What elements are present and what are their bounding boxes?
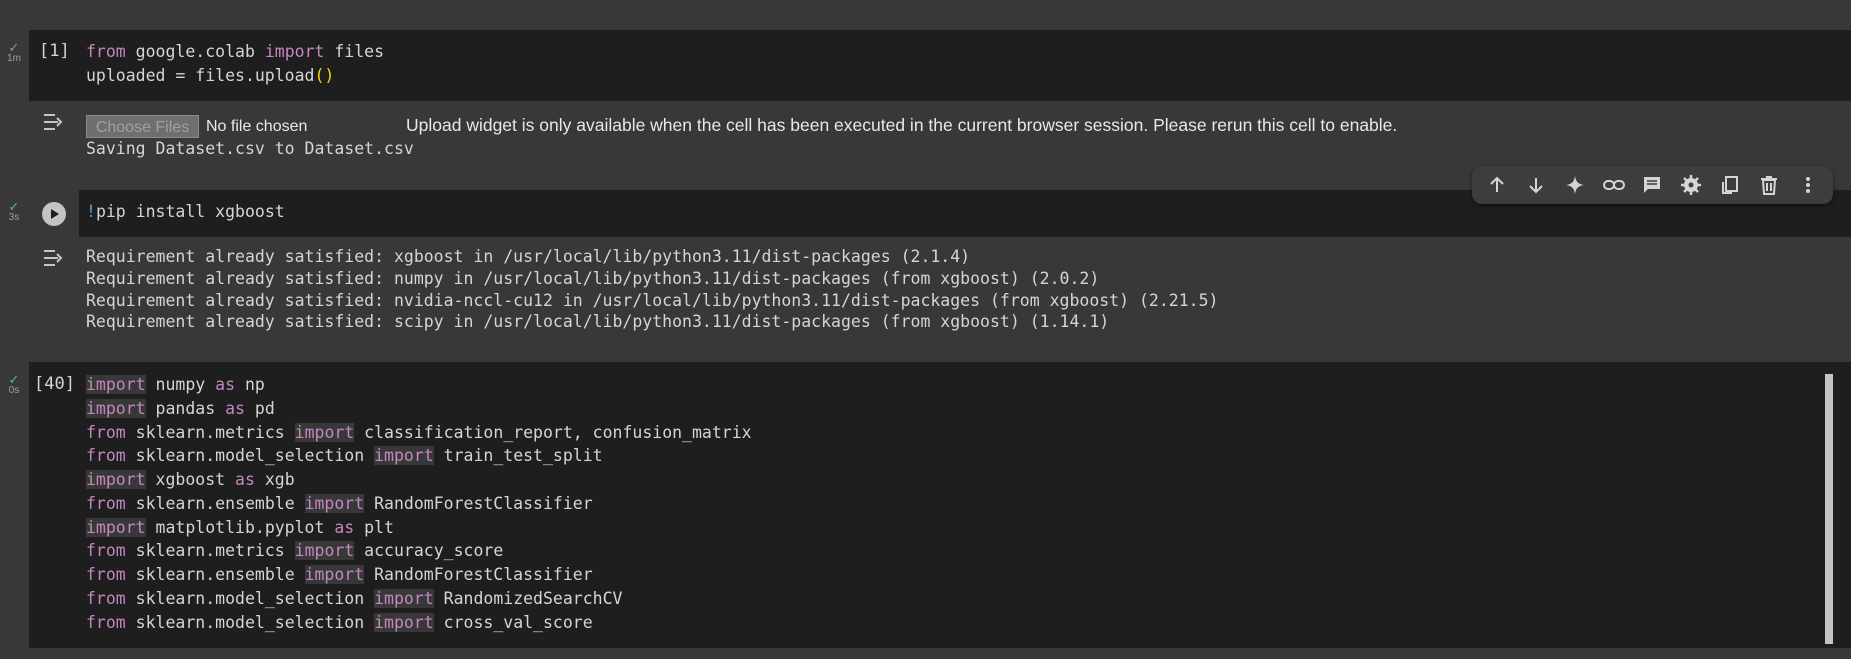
sparkle-icon[interactable] [1560, 170, 1590, 200]
cell-toolbar [1472, 166, 1833, 204]
trash-icon[interactable] [1754, 170, 1784, 200]
code-line[interactable]: from sklearn.ensemble import RandomFores… [86, 563, 593, 587]
cell-3-duration: 0s [8, 385, 20, 396]
gear-icon[interactable] [1676, 170, 1706, 200]
check-icon: ✓ [8, 40, 20, 55]
upload-message: Upload widget is only available when the… [406, 115, 1398, 135]
code-line[interactable]: import numpy as np [86, 373, 265, 397]
arrow-down-icon[interactable] [1521, 170, 1551, 200]
no-file-text: No file chosen [206, 118, 308, 135]
code-line[interactable]: from sklearn.metrics import classificati… [86, 421, 752, 445]
code-line[interactable]: from sklearn.model_selection import trai… [86, 444, 603, 468]
cell-1-duration: 1m [7, 53, 21, 64]
output-line: Requirement already satisfied: numpy in … [86, 269, 1100, 288]
editor-scrollbar[interactable] [1825, 374, 1833, 644]
check-icon: ✓ [8, 199, 20, 214]
code-line[interactable]: from sklearn.metrics import accuracy_sco… [86, 539, 503, 563]
code-line[interactable]: import xgboost as xgb [86, 468, 295, 492]
cell-1-status: ✓ 1m [6, 40, 22, 64]
output-line: Requirement already satisfied: scipy in … [86, 312, 1110, 331]
choose-files-button[interactable]: Choose Files [86, 115, 199, 138]
code-line[interactable]: !pip install xgboost [86, 200, 285, 224]
output-line: Requirement already satisfied: xgboost i… [86, 247, 971, 266]
code-line[interactable]: from sklearn.ensemble import RandomFores… [86, 492, 593, 516]
code-line[interactable]: import matplotlib.pyplot as plt [86, 516, 394, 540]
cell-3-exec-count: [40] [34, 374, 75, 394]
code-line[interactable]: uploaded = files.upload() [86, 64, 334, 88]
comment-icon[interactable] [1637, 170, 1667, 200]
output-toggle-icon[interactable] [41, 246, 65, 270]
cell-1-exec-count: [1] [39, 41, 70, 61]
code-line[interactable]: from google.colab import files [86, 40, 384, 64]
top-bar [0, 0, 1851, 30]
code-line[interactable]: import pandas as pd [86, 397, 275, 421]
output-line: Requirement already satisfied: nvidia-nc… [86, 291, 1219, 310]
code-line[interactable]: from sklearn.model_selection import cros… [86, 611, 593, 635]
arrow-up-icon[interactable] [1482, 170, 1512, 200]
play-icon [42, 201, 66, 226]
cell-2-duration: 3s [8, 212, 20, 223]
link-icon[interactable] [1599, 170, 1629, 200]
cell-2-status: ✓ 3s [6, 199, 22, 223]
run-cell-button[interactable] [29, 190, 79, 237]
output-toggle-icon[interactable] [41, 110, 65, 134]
code-line[interactable]: from sklearn.model_selection import Rand… [86, 587, 622, 611]
check-icon: ✓ [8, 372, 20, 387]
cell-3-status: ✓ 0s [6, 372, 22, 396]
saving-text: Saving Dataset.csv to Dataset.csv [86, 139, 414, 158]
more-vert-icon[interactable] [1793, 170, 1823, 200]
mirror-cell-icon[interactable] [1715, 170, 1745, 200]
